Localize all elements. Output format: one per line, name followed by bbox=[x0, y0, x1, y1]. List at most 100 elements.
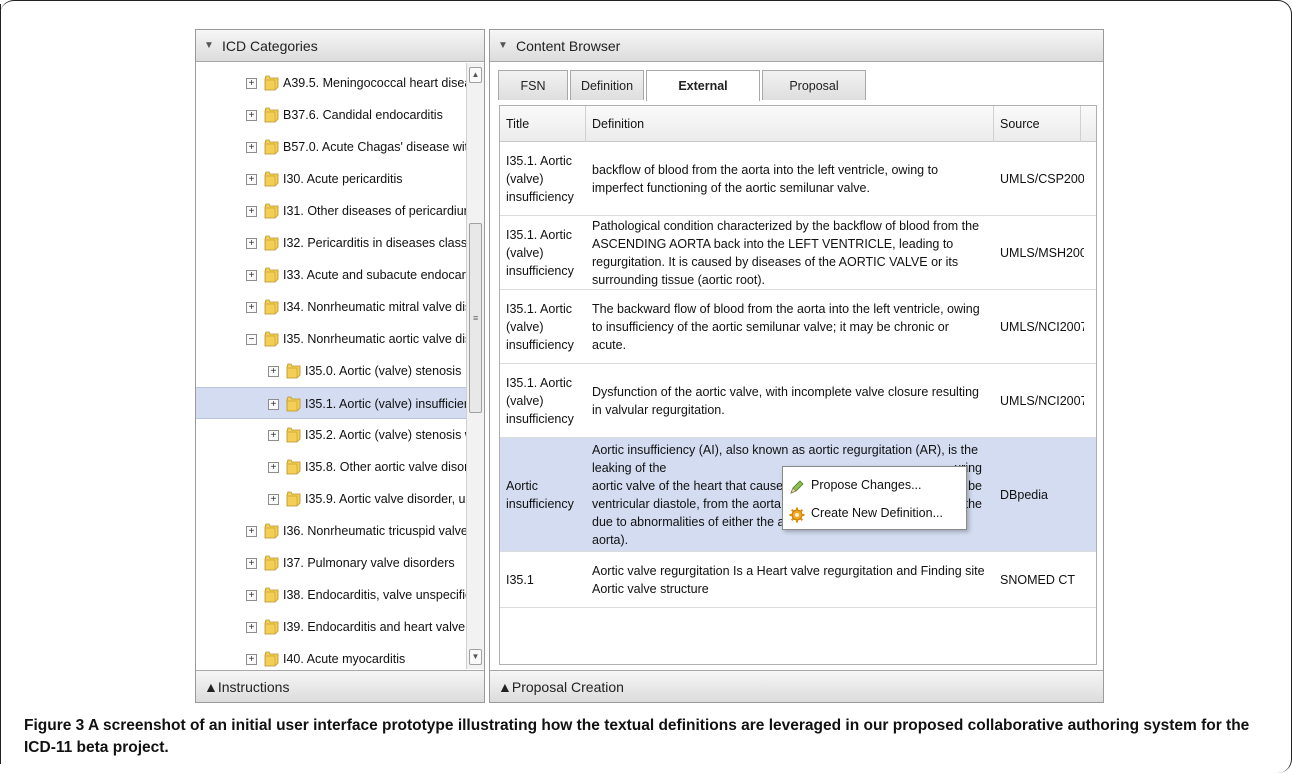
tree-item-label: A39.5. Meningococcal heart disease bbox=[283, 76, 466, 90]
folder-icon bbox=[264, 587, 279, 603]
tree-item[interactable]: + I39. Endocarditis and heart valve disor… bbox=[196, 611, 466, 643]
expand-icon[interactable]: + bbox=[246, 526, 257, 537]
tree-item[interactable]: + I35.9. Aortic valve disorder, unspec bbox=[196, 483, 466, 515]
panel-title: ICD Categories bbox=[222, 37, 318, 54]
cell-definition: Aortic valve regurgitation Is a Heart va… bbox=[592, 563, 985, 596]
tree-item[interactable]: + I36. Nonrheumatic tricuspid valve disor bbox=[196, 515, 466, 547]
grip-icon: ≡ bbox=[473, 313, 479, 323]
proposal-creation-footer[interactable]: ▲ Proposal Creation bbox=[490, 670, 1103, 702]
tree-item[interactable]: + I35.8. Other aortic valve disorders bbox=[196, 451, 466, 483]
folder-icon bbox=[264, 75, 279, 91]
folder-icon bbox=[264, 299, 279, 315]
folder-icon bbox=[264, 651, 279, 667]
expand-icon[interactable]: + bbox=[268, 494, 279, 505]
tree-item-label: I33. Acute and subacute endocarditis bbox=[283, 268, 466, 282]
expand-icon[interactable]: + bbox=[246, 142, 257, 153]
cell-definition: backflow of blood from the aorta into th… bbox=[592, 162, 939, 195]
tree-item[interactable]: + I40. Acute myocarditis bbox=[196, 643, 466, 669]
column-header-source[interactable]: Source bbox=[994, 106, 1081, 142]
instructions-footer[interactable]: ▲ Instructions bbox=[196, 670, 484, 702]
table-row[interactable]: I35.1. Aortic (valve) insufficiency Patho… bbox=[500, 216, 1096, 290]
tree-item[interactable]: + A39.5. Meningococcal heart disease bbox=[196, 67, 466, 99]
expand-icon[interactable]: + bbox=[246, 238, 257, 249]
tree-item[interactable]: + I37. Pulmonary valve disorders bbox=[196, 547, 466, 579]
collapse-icon[interactable]: − bbox=[246, 334, 257, 345]
expand-icon[interactable]: + bbox=[246, 654, 257, 665]
tree-item[interactable]: + I38. Endocarditis, valve unspecified bbox=[196, 579, 466, 611]
chevron-down-icon[interactable]: ▼ bbox=[204, 30, 214, 62]
tree-item-label: I35.1. Aortic (valve) insufficiency bbox=[305, 397, 466, 411]
scroll-thumb[interactable]: ≡ bbox=[469, 223, 482, 413]
tree-item[interactable]: + I32. Pericarditis in diseases classifie… bbox=[196, 227, 466, 259]
expand-icon[interactable]: + bbox=[268, 462, 279, 473]
tree-item[interactable]: + I35.2. Aortic (valve) stenosis with in bbox=[196, 419, 466, 451]
expand-icon[interactable]: + bbox=[246, 558, 257, 569]
tab-fsn[interactable]: FSN bbox=[498, 70, 568, 100]
expand-icon[interactable]: + bbox=[268, 366, 279, 377]
figure-caption-text: A screenshot of an initial user interfac… bbox=[24, 717, 1250, 756]
tree-item[interactable]: + B37.6. Candidal endocarditis bbox=[196, 99, 466, 131]
tree-item[interactable]: + I31. Other diseases of pericardium bbox=[196, 195, 466, 227]
tree-item-label: I35.9. Aortic valve disorder, unspec bbox=[305, 492, 466, 506]
icd-categories-header[interactable]: ▼ ICD Categories bbox=[196, 30, 484, 62]
column-header-title[interactable]: Title bbox=[500, 106, 586, 142]
tree-item[interactable]: + B57.0. Acute Chagas' disease with hea bbox=[196, 131, 466, 163]
folder-icon bbox=[264, 235, 279, 251]
scroll-up-icon[interactable]: ▲ bbox=[469, 67, 482, 83]
tab-definition[interactable]: Definition bbox=[570, 70, 644, 100]
folder-icon bbox=[286, 427, 301, 443]
tree-item[interactable]: + I34. Nonrheumatic mitral valve disorder bbox=[196, 291, 466, 323]
tab-proposal-changes[interactable]: Proposal Changes bbox=[762, 70, 866, 123]
tree-item-label: I35.0. Aortic (valve) stenosis bbox=[305, 364, 462, 378]
expand-icon[interactable]: + bbox=[246, 174, 257, 185]
cell-source: DBpedia bbox=[1000, 487, 1048, 502]
scroll-down-icon[interactable]: ▼ bbox=[469, 649, 482, 665]
cell-title: I35.1. Aortic (valve) insufficiency bbox=[506, 227, 574, 278]
tree-item[interactable]: − I35. Nonrheumatic aortic valve disorder bbox=[196, 323, 466, 355]
create-new-definition-menu-item[interactable]: Create New Definition... bbox=[783, 499, 966, 527]
tree-scrollbar[interactable]: ▲ ≡ ▼ bbox=[466, 63, 484, 669]
expand-icon[interactable]: + bbox=[246, 110, 257, 121]
expand-icon[interactable]: + bbox=[246, 206, 257, 217]
expand-icon[interactable]: + bbox=[246, 302, 257, 313]
propose-changes-menu-item[interactable]: Propose Changes... bbox=[783, 471, 966, 499]
tree-item-label: I38. Endocarditis, valve unspecified bbox=[283, 588, 466, 602]
expand-icon[interactable]: + bbox=[268, 430, 279, 441]
cell-source: UMLS/NCI2007_0 bbox=[1000, 393, 1084, 408]
menu-item-label: Create New Definition... bbox=[811, 506, 944, 520]
cell-source: UMLS/NCI2007_0 bbox=[1000, 319, 1084, 334]
tab-external-references[interactable]: External References bbox=[646, 70, 760, 123]
content-browser-header[interactable]: ▼ Content Browser bbox=[490, 30, 1103, 62]
cell-definition: Dysfunction of the aortic valve, with in… bbox=[592, 384, 979, 417]
cell-title: I35.1. Aortic (valve) insufficiency bbox=[506, 153, 574, 204]
expand-icon[interactable]: + bbox=[246, 78, 257, 89]
folder-icon bbox=[264, 139, 279, 155]
table-row[interactable]: I35.1 Aortic valve regurgitation Is a Hea… bbox=[500, 552, 1096, 608]
tree-item[interactable]: + I35.0. Aortic (valve) stenosis bbox=[196, 355, 466, 387]
icd-category-tree: + A39.5. Meningococcal heart disease + B37.… bbox=[196, 63, 484, 669]
chevron-down-icon[interactable]: ▼ bbox=[498, 30, 508, 62]
expand-icon[interactable]: + bbox=[268, 399, 279, 410]
chevron-up-icon[interactable]: ▲ bbox=[498, 671, 512, 703]
expand-icon[interactable]: + bbox=[246, 622, 257, 633]
tree-item-label: I34. Nonrheumatic mitral valve disorder bbox=[283, 300, 466, 314]
tree-item[interactable]: + I30. Acute pericarditis bbox=[196, 163, 466, 195]
definition-line: aorta). bbox=[592, 532, 629, 547]
chevron-up-icon[interactable]: ▲ bbox=[204, 671, 218, 703]
table-row[interactable]: I35.1. Aortic (valve) insufficiency backf… bbox=[500, 142, 1096, 216]
folder-icon bbox=[286, 396, 301, 412]
expand-icon[interactable]: + bbox=[246, 590, 257, 601]
tree-item[interactable]: + I35.1. Aortic (valve) insufficiency bbox=[196, 387, 466, 419]
cell-definition: Pathological condition characterized by … bbox=[592, 218, 980, 287]
tree-item-label: B37.6. Candidal endocarditis bbox=[283, 108, 443, 122]
tree-item-label: I31. Other diseases of pericardium bbox=[283, 204, 466, 218]
tree-item[interactable]: + I33. Acute and subacute endocarditis bbox=[196, 259, 466, 291]
table-row[interactable]: I35.1. Aortic (valve) insufficiency The b… bbox=[500, 290, 1096, 364]
table-row[interactable]: I35.1. Aortic (valve) insufficiency Dysfu… bbox=[500, 364, 1096, 438]
figure-label: Figure 3 bbox=[24, 717, 85, 734]
tree-item-label: I35.2. Aortic (valve) stenosis with in bbox=[305, 428, 466, 442]
pencil-icon bbox=[789, 477, 805, 494]
expand-icon[interactable]: + bbox=[246, 270, 257, 281]
tree-item-label: I40. Acute myocarditis bbox=[283, 652, 406, 666]
column-header-definition[interactable]: Definition bbox=[586, 106, 994, 142]
